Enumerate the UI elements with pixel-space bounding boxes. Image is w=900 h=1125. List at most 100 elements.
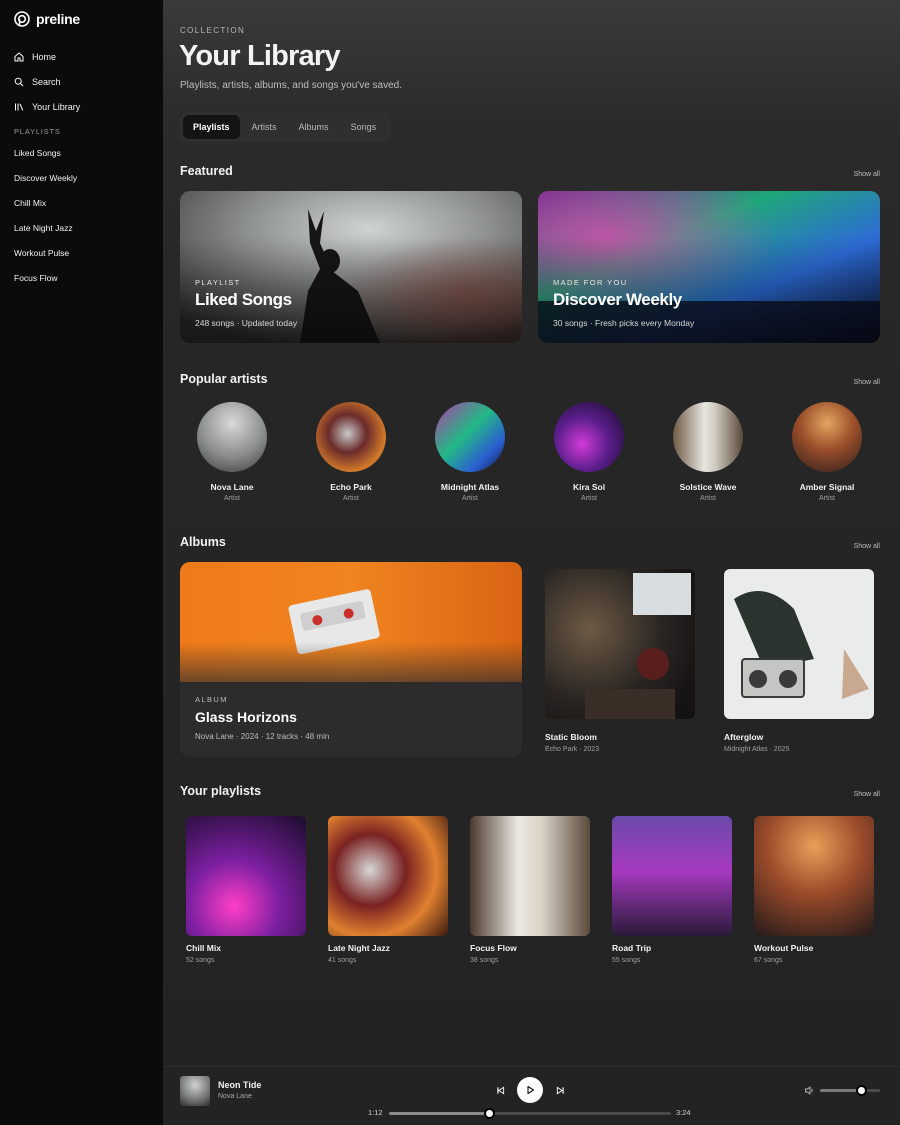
nav-item-home[interactable]: Home	[14, 44, 80, 69]
playlist-cover	[328, 816, 448, 936]
album-card[interactable]: Afterglow Midnight Atlas · 2025	[724, 569, 874, 753]
nav-item-search[interactable]: Search	[14, 69, 80, 94]
playlist-title: Workout Pulse	[754, 943, 814, 953]
featured-card-eyebrow: PLAYLIST	[195, 278, 241, 287]
sidebar-playlist-focus-flow[interactable]: Focus Flow	[14, 265, 77, 290]
progress-fill	[389, 1112, 489, 1115]
artist-card[interactable]: Kira Sol Artist	[544, 402, 634, 502]
artist-card[interactable]: Nova Lane Artist	[187, 402, 277, 502]
play-button[interactable]	[517, 1077, 543, 1103]
now-playing-title[interactable]: Neon Tide	[218, 1080, 261, 1090]
artist-role: Artist	[462, 495, 478, 502]
artist-card[interactable]: Solstice Wave Artist	[663, 402, 753, 502]
previous-button[interactable]	[491, 1081, 509, 1099]
artist-role: Artist	[581, 495, 597, 502]
featured-card-subtitle: 30 songs · Fresh picks every Monday	[553, 318, 695, 328]
featured-card-title: Discover Weekly	[553, 290, 682, 309]
albums-title: Albums	[180, 535, 226, 549]
artist-name: Solstice Wave	[679, 482, 737, 492]
featured-card-eyebrow: MADE FOR YOU	[553, 278, 628, 287]
albums-show-all[interactable]: Show all	[854, 543, 880, 550]
playlist-subtitle: 41 songs	[328, 957, 357, 964]
tab-songs[interactable]: Songs	[341, 115, 387, 139]
tab-playlists[interactable]: Playlists	[183, 115, 240, 139]
tab-artists[interactable]: Artists	[242, 115, 287, 139]
playlists-show-all[interactable]: Show all	[854, 791, 880, 798]
album-card-fade	[180, 642, 522, 702]
skip-previous-icon	[496, 1086, 504, 1094]
album-subtitle: Echo Park · 2023	[545, 746, 600, 753]
playlist-subtitle: 67 songs	[754, 957, 783, 964]
artist-name: Echo Park	[330, 482, 372, 492]
volume-slider[interactable]	[820, 1085, 880, 1096]
playlist-card[interactable]: Focus Flow 38 songs	[470, 816, 590, 964]
nav-item-label: Your Library	[32, 101, 81, 112]
now-playing-cover[interactable]	[180, 1076, 210, 1106]
album-card[interactable]: Static Bloom Echo Park · 2023	[545, 569, 695, 753]
playlist-card[interactable]: Late Night Jazz 41 songs	[328, 816, 448, 964]
album-card-eyebrow: ALBUM	[195, 695, 228, 704]
artists-show-all[interactable]: Show all	[854, 379, 880, 386]
artist-name: Amber Signal	[799, 482, 855, 492]
sidebar-playlist-discover-weekly[interactable]: Discover Weekly	[14, 165, 77, 190]
album-card-title: Glass Horizons	[195, 709, 297, 725]
home-icon	[14, 51, 24, 61]
next-button[interactable]	[551, 1081, 569, 1099]
artist-avatar	[197, 402, 267, 472]
total-time: 3:24	[676, 1108, 691, 1117]
album-cover	[545, 569, 695, 719]
album-title: Afterglow	[724, 732, 764, 742]
playlist-cover	[470, 816, 590, 936]
playlist-subtitle: 52 songs	[186, 957, 215, 964]
volume-icon[interactable]	[804, 1085, 815, 1096]
artist-card[interactable]: Amber Signal Artist	[782, 402, 872, 502]
nav-item-label: Home	[32, 51, 57, 62]
tab-albums[interactable]: Albums	[289, 115, 339, 139]
artist-avatar	[554, 402, 624, 472]
featured-card-liked-songs[interactable]: PLAYLIST Liked Songs 248 songs · Updated…	[180, 191, 522, 343]
playlist-subtitle: 55 songs	[612, 957, 641, 964]
player-bar: Neon Tide Nova Lane 1:12 3:24	[163, 1066, 900, 1125]
skip-next-icon	[556, 1086, 564, 1094]
playlist-card[interactable]: Road Trip 55 songs	[612, 816, 732, 964]
playlist-cover	[754, 816, 874, 936]
elapsed-time: 1:12	[368, 1108, 383, 1117]
sidebar-playlist-workout-pulse[interactable]: Workout Pulse	[14, 240, 77, 265]
artist-avatar	[792, 402, 862, 472]
volume-fill	[820, 1089, 861, 1092]
brand[interactable]: preline	[14, 11, 80, 27]
nav-item-library[interactable]: Your Library	[14, 94, 80, 119]
featured-show-all[interactable]: Show all	[854, 171, 880, 178]
progress-bar[interactable]	[389, 1108, 671, 1119]
artist-avatar	[435, 402, 505, 472]
main-nav: Home Search Your Library	[14, 44, 80, 119]
now-playing-artist[interactable]: Nova Lane	[218, 1093, 252, 1100]
featured-card-discover-weekly[interactable]: MADE FOR YOU Discover Weekly 30 songs · …	[538, 191, 880, 343]
volume-handle[interactable]	[855, 1085, 867, 1096]
library-icon	[15, 103, 24, 111]
playlist-card[interactable]: Workout Pulse 67 songs	[754, 816, 874, 964]
progress-handle[interactable]	[483, 1108, 495, 1119]
album-card-glass-horizons[interactable]: ALBUM Glass Horizons Nova Lane · 2024 · …	[180, 562, 522, 757]
featured-card-subtitle: 248 songs · Updated today	[195, 318, 298, 328]
playlist-title: Focus Flow	[470, 943, 517, 953]
sidebar-playlists: Liked Songs Discover Weekly Chill Mix La…	[14, 140, 77, 290]
sidebar-playlist-late-night-jazz[interactable]: Late Night Jazz	[14, 215, 77, 240]
sidebar-playlist-liked-songs[interactable]: Liked Songs	[14, 140, 77, 165]
sidebar: preline Home Search Your Library PLAYLIS…	[0, 0, 163, 1125]
playlists-title: Your playlists	[180, 784, 262, 798]
playlist-title: Late Night Jazz	[328, 943, 390, 953]
playlists-heading: PLAYLISTS	[14, 127, 61, 136]
artist-name: Midnight Atlas	[440, 482, 500, 492]
playlist-card[interactable]: Chill Mix 52 songs	[186, 816, 306, 964]
sidebar-playlist-chill-mix[interactable]: Chill Mix	[14, 190, 77, 215]
artist-role: Artist	[700, 495, 716, 502]
album-title: Static Bloom	[545, 732, 597, 742]
artist-card[interactable]: Midnight Atlas Artist	[425, 402, 515, 502]
artist-card[interactable]: Echo Park Artist	[306, 402, 396, 502]
nav-item-label: Search	[32, 76, 61, 87]
artist-role: Artist	[343, 495, 359, 502]
album-cover	[724, 569, 874, 719]
artist-role: Artist	[224, 495, 240, 502]
artist-name: Kira Sol	[572, 482, 606, 492]
